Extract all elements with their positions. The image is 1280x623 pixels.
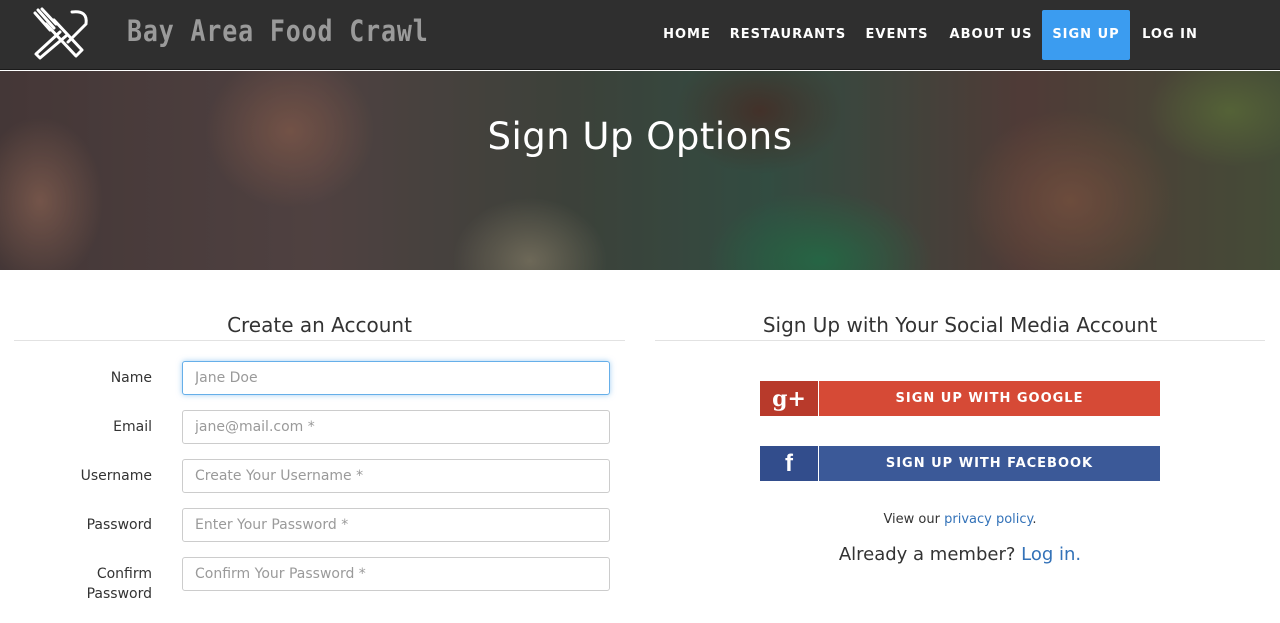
- facebook-signup-button[interactable]: f SIGN UP WITH FACEBOOK: [760, 446, 1160, 481]
- privacy-policy-link[interactable]: privacy policy: [944, 512, 1032, 527]
- navbar: Bay Area Food Crawl HOME RESTAURANTS EVE…: [0, 0, 1280, 70]
- password-label: Password: [86, 517, 152, 533]
- password-input[interactable]: [182, 508, 610, 542]
- divider: [14, 340, 625, 341]
- privacy-suffix: .: [1032, 512, 1037, 527]
- page-title: Sign Up Options: [487, 115, 793, 158]
- nav-events[interactable]: EVENTS: [860, 10, 934, 60]
- email-label: Email: [113, 419, 152, 435]
- divider: [655, 340, 1265, 341]
- privacy-text: View our privacy policy.: [760, 512, 1160, 527]
- google-signup-button[interactable]: g+ SIGN UP WITH GOOGLE: [760, 381, 1160, 416]
- name-label: Name: [110, 370, 152, 386]
- nav-restaurants[interactable]: RESTAURANTS: [728, 10, 848, 60]
- nav-about-us[interactable]: ABOUT US: [945, 10, 1037, 60]
- social-signup-title: Sign Up with Your Social Media Account: [762, 313, 1158, 337]
- nav-log-in[interactable]: LOG IN: [1136, 10, 1204, 60]
- google-signup-label: SIGN UP WITH GOOGLE: [819, 381, 1160, 416]
- brand-name[interactable]: Bay Area Food Crawl: [127, 14, 429, 48]
- fork-knife-crossed-icon[interactable]: [32, 6, 92, 62]
- username-input[interactable]: [182, 459, 610, 493]
- privacy-prefix: View our: [883, 512, 940, 527]
- username-label: Username: [80, 468, 152, 484]
- nav-home[interactable]: HOME: [656, 10, 718, 60]
- confirm-password-input[interactable]: [182, 557, 610, 591]
- login-link[interactable]: Log in.: [1021, 544, 1081, 565]
- facebook-icon: f: [760, 446, 818, 481]
- facebook-signup-label: SIGN UP WITH FACEBOOK: [819, 446, 1160, 481]
- member-text: Already a member? Log in.: [760, 544, 1160, 565]
- email-input[interactable]: [182, 410, 610, 444]
- member-prefix: Already a member?: [838, 544, 1016, 565]
- name-input[interactable]: [182, 361, 610, 395]
- create-account-title: Create an Account: [227, 313, 412, 337]
- google-plus-icon: g+: [760, 381, 818, 416]
- nav-sign-up[interactable]: SIGN UP: [1042, 10, 1130, 60]
- confirm-password-label: Confirm Password: [86, 566, 152, 602]
- hero-banner: Sign Up Options: [0, 71, 1280, 270]
